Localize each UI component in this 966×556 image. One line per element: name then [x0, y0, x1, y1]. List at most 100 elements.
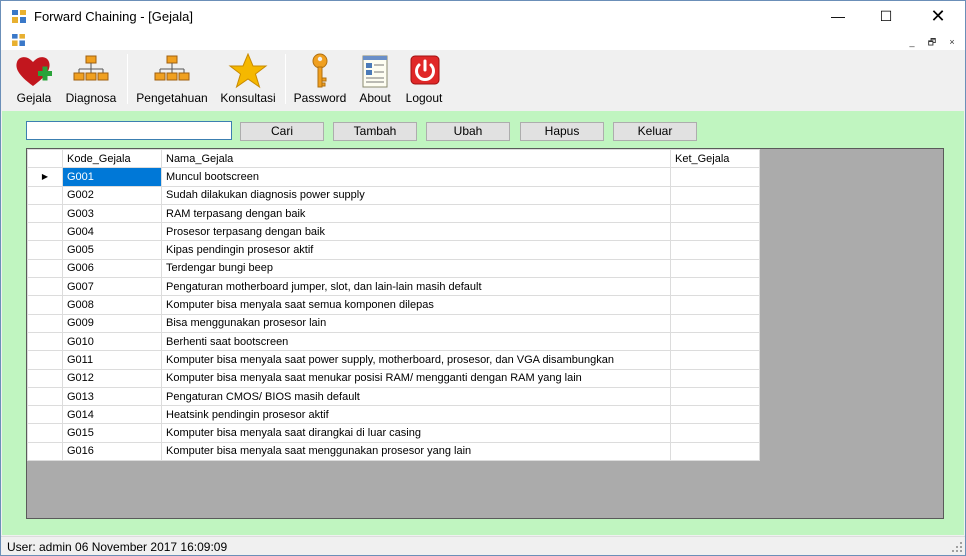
cell-ket-gejala[interactable] [670, 423, 760, 443]
gejala-data-grid[interactable]: Kode_Gejala Nama_Gejala Ket_Gejala ▶ G001… [26, 148, 944, 519]
row-header[interactable] [27, 295, 63, 315]
cell-nama-gejala[interactable]: Berhenti saat bootscreen [161, 331, 671, 352]
row-header[interactable] [27, 331, 63, 352]
cell-ket-gejala[interactable] [670, 222, 760, 242]
row-header[interactable] [27, 203, 63, 224]
cell-kode-gejala[interactable]: G011 [62, 350, 162, 370]
toolbar-logout-button[interactable]: Logout [401, 50, 447, 108]
cell-nama-gejala[interactable]: Pengaturan CMOS/ BIOS masih default [161, 386, 671, 407]
cell-nama-gejala[interactable]: Muncul bootscreen [161, 167, 671, 187]
cell-kode-gejala[interactable]: G004 [62, 222, 162, 242]
child-window-icon[interactable] [12, 34, 25, 46]
toolbar-gejala-button[interactable]: Gejala [13, 50, 55, 108]
cell-nama-gejala[interactable]: Komputer bisa menyala saat power supply,… [161, 350, 671, 370]
cell-kode-gejala[interactable]: G008 [62, 295, 162, 315]
cell-nama-gejala[interactable]: Kipas pendingin prosesor aktif [161, 240, 671, 260]
cell-nama-gejala[interactable]: Prosesor terpasang dengan baik [161, 222, 671, 242]
row-header[interactable] [27, 368, 63, 388]
cell-ket-gejala[interactable] [670, 240, 760, 260]
ubah-button[interactable]: Ubah [426, 122, 510, 141]
cell-nama-gejala[interactable]: Komputer bisa menyala saat menukar posis… [161, 368, 671, 388]
table-row[interactable]: G005 Kipas pendingin prosesor aktif [27, 240, 760, 260]
table-row[interactable]: ▶ G001 Muncul bootscreen [27, 167, 760, 187]
cell-nama-gejala[interactable]: Terdengar bungi beep [161, 258, 671, 279]
cell-kode-gejala[interactable]: G002 [62, 185, 162, 205]
row-header-corner[interactable] [27, 149, 63, 169]
row-header[interactable] [27, 441, 63, 462]
tambah-button[interactable]: Tambah [333, 122, 417, 141]
row-header[interactable]: ▶ [27, 167, 63, 187]
cell-nama-gejala[interactable]: Sudah dilakukan diagnosis power supply [161, 185, 671, 205]
table-row[interactable]: G002 Sudah dilakukan diagnosis power supp… [27, 185, 760, 205]
row-header[interactable] [27, 222, 63, 242]
cell-kode-gejala[interactable]: G010 [62, 331, 162, 352]
child-restore-button[interactable]: 🗗 [925, 34, 939, 48]
child-close-button[interactable]: × [945, 34, 959, 48]
cell-ket-gejala[interactable] [670, 386, 760, 407]
toolbar-about-button[interactable]: About [353, 50, 397, 108]
row-header[interactable] [27, 386, 63, 407]
cell-nama-gejala[interactable]: Heatsink pendingin prosesor aktif [161, 405, 671, 425]
table-row[interactable]: G004 Prosesor terpasang dengan baik [27, 222, 760, 242]
table-row[interactable]: G015 Komputer bisa menyala saat dirangkai… [27, 423, 760, 443]
table-row[interactable]: G016 Komputer bisa menyala saat menggunak… [27, 441, 760, 462]
toolbar-password-button[interactable]: Password [291, 50, 349, 108]
cell-ket-gejala[interactable] [670, 258, 760, 279]
cell-ket-gejala[interactable] [670, 331, 760, 352]
minimize-button[interactable]: — [815, 1, 861, 32]
table-row[interactable]: G011 Komputer bisa menyala saat power sup… [27, 350, 760, 370]
cell-kode-gejala[interactable]: G003 [62, 203, 162, 224]
cari-button[interactable]: Cari [240, 122, 324, 141]
cell-kode-gejala[interactable]: G009 [62, 313, 162, 333]
table-row[interactable]: G010 Berhenti saat bootscreen [27, 331, 760, 352]
cell-ket-gejala[interactable] [670, 277, 760, 297]
cell-kode-gejala[interactable]: G001 [62, 167, 162, 187]
table-row[interactable]: G008 Komputer bisa menyala saat semua kom… [27, 295, 760, 315]
column-header-nama[interactable]: Nama_Gejala [161, 149, 671, 169]
cell-nama-gejala[interactable]: Komputer bisa menyala saat semua kompone… [161, 295, 671, 315]
cell-nama-gejala[interactable]: Bisa menggunakan prosesor lain [161, 313, 671, 333]
keluar-button[interactable]: Keluar [613, 122, 697, 141]
cell-nama-gejala[interactable]: Komputer bisa menyala saat menggunakan p… [161, 441, 671, 462]
cell-ket-gejala[interactable] [670, 441, 760, 462]
row-header[interactable] [27, 350, 63, 370]
toolbar-konsultasi-button[interactable]: Konsultasi [217, 50, 279, 108]
cell-kode-gejala[interactable]: G013 [62, 386, 162, 407]
column-header-kode[interactable]: Kode_Gejala [62, 149, 162, 169]
cell-ket-gejala[interactable] [670, 295, 760, 315]
hapus-button[interactable]: Hapus [520, 122, 604, 141]
cell-kode-gejala[interactable]: G006 [62, 258, 162, 279]
row-header[interactable] [27, 277, 63, 297]
table-row[interactable]: G014 Heatsink pendingin prosesor aktif [27, 405, 760, 425]
table-row[interactable]: G012 Komputer bisa menyala saat menukar p… [27, 368, 760, 388]
table-row[interactable]: G013 Pengaturan CMOS/ BIOS masih default [27, 386, 760, 407]
cell-ket-gejala[interactable] [670, 313, 760, 333]
table-row[interactable]: G009 Bisa menggunakan prosesor lain [27, 313, 760, 333]
cell-kode-gejala[interactable]: G014 [62, 405, 162, 425]
cell-kode-gejala[interactable]: G012 [62, 368, 162, 388]
cell-ket-gejala[interactable] [670, 405, 760, 425]
cell-ket-gejala[interactable] [670, 167, 760, 187]
cell-ket-gejala[interactable] [670, 350, 760, 370]
resize-grip-icon[interactable] [951, 541, 963, 553]
cell-kode-gejala[interactable]: G007 [62, 277, 162, 297]
cell-ket-gejala[interactable] [670, 203, 760, 224]
cell-ket-gejala[interactable] [670, 368, 760, 388]
cell-nama-gejala[interactable]: RAM terpasang dengan baik [161, 203, 671, 224]
cell-nama-gejala[interactable]: Pengaturan motherboard jumper, slot, dan… [161, 277, 671, 297]
row-header[interactable] [27, 313, 63, 333]
toolbar-pengetahuan-button[interactable]: Pengetahuan [133, 50, 211, 108]
cell-kode-gejala[interactable]: G015 [62, 423, 162, 443]
table-row[interactable]: G003 RAM terpasang dengan baik [27, 203, 760, 224]
cell-nama-gejala[interactable]: Komputer bisa menyala saat dirangkai di … [161, 423, 671, 443]
table-row[interactable]: G006 Terdengar bungi beep [27, 258, 760, 279]
row-header[interactable] [27, 258, 63, 279]
row-header[interactable] [27, 185, 63, 205]
row-header[interactable] [27, 405, 63, 425]
row-header[interactable] [27, 423, 63, 443]
cell-ket-gejala[interactable] [670, 185, 760, 205]
close-button[interactable]: ✕ [915, 1, 961, 32]
cell-kode-gejala[interactable]: G005 [62, 240, 162, 260]
cell-kode-gejala[interactable]: G016 [62, 441, 162, 462]
search-input[interactable] [26, 121, 232, 140]
